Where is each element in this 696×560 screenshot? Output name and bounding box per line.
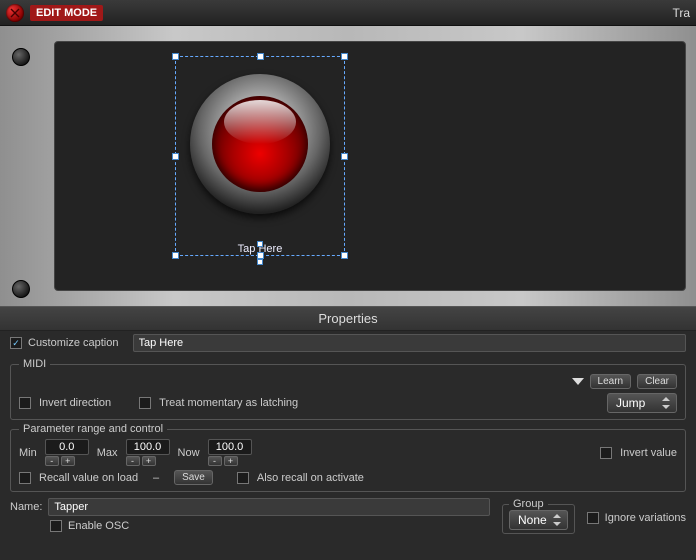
min-label: Min [19,447,37,459]
treat-momentary-checkbox[interactable] [139,397,151,409]
parameter-group: Parameter range and control Min 0.0 -+ M… [10,423,686,492]
caption-input[interactable] [133,334,687,352]
parameter-legend: Parameter range and control [19,423,167,435]
resize-handle[interactable] [172,53,179,60]
min-inc[interactable]: + [61,456,75,466]
midi-group: MIDI Learn Clear Invert direction Treat … [10,358,686,420]
save-button[interactable]: Save [174,470,213,485]
properties-title: Properties [0,307,696,331]
min-dec[interactable]: - [45,456,59,466]
now-value[interactable]: 100.0 [208,439,252,455]
invert-value-checkbox[interactable] [600,447,612,459]
invert-value-label: Invert value [620,447,677,459]
midi-learn-button[interactable]: Learn [590,374,632,389]
max-dec[interactable]: - [126,456,140,466]
midi-legend: MIDI [19,358,50,370]
enable-osc-label: Enable OSC [68,520,129,532]
enable-osc-checkbox[interactable] [50,520,62,532]
resize-handle[interactable] [257,241,263,247]
group-dropdown[interactable]: None [509,510,568,530]
now-dec[interactable]: - [208,456,222,466]
screw-icon [12,48,30,66]
ignore-variations-checkbox[interactable] [587,512,599,524]
close-icon[interactable] [6,4,24,22]
also-recall-checkbox[interactable] [237,472,249,484]
resize-handle[interactable] [341,53,348,60]
recall-on-load-label: Recall value on load [39,472,138,484]
topbar-right-text: Tra [672,6,690,20]
max-value[interactable]: 100.0 [126,439,170,455]
min-value[interactable]: 0.0 [45,439,89,455]
disclosure-icon[interactable] [572,378,584,385]
properties-panel: Properties Customize caption MIDI Learn … [0,306,696,560]
resize-handle[interactable] [172,153,179,160]
screw-icon [12,280,30,298]
title-bar: EDIT MODE Tra [0,0,696,26]
also-recall-label: Also recall on activate [257,472,364,484]
tap-button[interactable] [190,74,330,214]
name-input[interactable] [48,498,490,516]
max-inc[interactable]: + [142,456,156,466]
midi-clear-button[interactable]: Clear [637,374,677,389]
max-label: Max [97,447,118,459]
rail-left [0,26,44,306]
resize-handle[interactable] [257,53,264,60]
resize-handle[interactable] [341,153,348,160]
now-label: Now [178,447,200,459]
now-inc[interactable]: + [224,456,238,466]
recall-on-load-checkbox[interactable] [19,472,31,484]
group-legend: Group [509,498,548,510]
ignore-variations-label: Ignore variations [605,512,686,524]
rack-panel: Tap Here [0,26,696,306]
group-fieldset: Group None [502,498,575,534]
resize-handle[interactable] [257,259,263,265]
selection-box[interactable]: Tap Here [175,56,345,256]
customize-caption-checkbox[interactable] [10,337,22,349]
customize-caption-label: Customize caption [28,337,119,349]
edit-canvas[interactable]: Tap Here [54,41,686,291]
midi-mode-dropdown[interactable]: Jump [607,393,677,413]
name-label: Name: [10,501,42,513]
invert-direction-checkbox[interactable] [19,397,31,409]
mode-badge: EDIT MODE [30,5,103,21]
invert-direction-label: Invert direction [39,397,111,409]
treat-momentary-label: Treat momentary as latching [159,397,298,409]
recall-indicator: – [146,472,166,484]
